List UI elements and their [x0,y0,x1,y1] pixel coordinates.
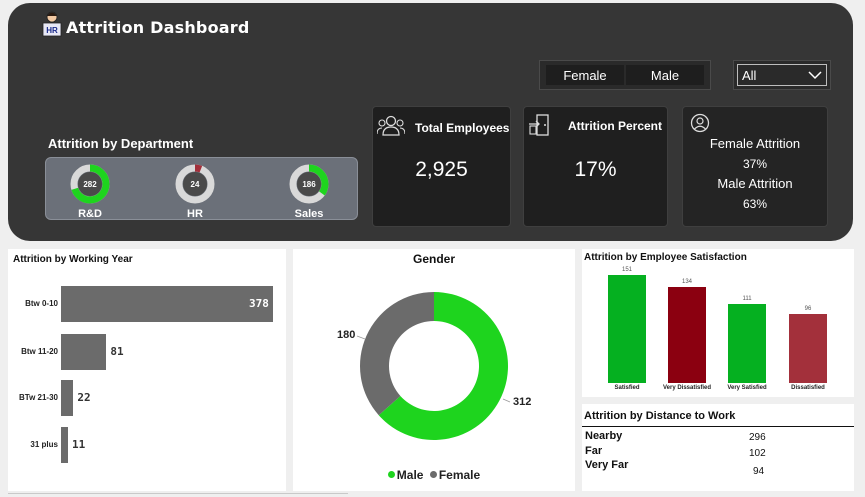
satisfaction-value: 96 [804,306,812,313]
working-year-value: 22 [77,391,91,404]
satisfaction-bar[interactable] [668,287,706,383]
hr-label: HR [187,208,203,220]
distance-label: Far [585,445,603,457]
distance-value: 94 [753,466,765,477]
chevron-down-icon [808,71,822,80]
logo-text: HR [46,26,58,35]
distance-value: 102 [749,448,766,459]
working-year-bar[interactable] [61,286,273,322]
department-hr: 24 HR [165,160,225,220]
hr-value: 24 [191,180,200,189]
user-circle-icon [690,113,710,133]
dropdown-box[interactable]: All [737,64,827,86]
kpi-gender-attrition: Female Attrition 37% Male Attrition 63% [682,106,828,227]
distance-card: Attrition by Distance to Work Nearby 296 F… [582,404,854,491]
satisfaction-value: 134 [681,279,692,286]
page-tabs-strip [8,493,348,497]
sales-label: Sales [294,208,324,220]
department-title: Attrition by Department [48,136,194,151]
working-year-value: 378 [249,297,269,310]
distance-title: Attrition by Distance to Work [584,410,736,422]
kpi-attrition-percent-label: Attrition Percent [568,119,663,133]
male-attrition-value: 63% [742,197,768,211]
satisfaction-value: 151 [621,267,632,273]
working-year-bar[interactable] [61,427,68,463]
department-sales: 186 Sales [279,160,339,220]
kpi-total-employees-value: 2,925 [415,158,468,181]
distance-divider [582,426,854,427]
sales-donut: 186 [289,164,329,204]
gender-male-leader [502,398,511,403]
working-year-category: Btw 11-20 [21,347,58,356]
gender-slice-female[interactable] [360,292,434,416]
kpi-attrition-percent: Attrition Percent 17% [523,106,668,227]
satisfaction-category: Dissatisfied [791,385,825,391]
legend-male-label: Male [396,468,424,482]
working-year-title: Attrition by Working Year [13,254,133,265]
hr-donut: 24 [175,164,215,204]
rnd-value: 282 [83,180,97,189]
distance-value: 296 [749,432,766,443]
department-panel: 282 R&D 24 HR 186 Sales [45,157,358,220]
gender-attrition-lines: Female Attrition 37% Male Attrition 63% [683,134,827,214]
gender-donut-chart [356,292,511,440]
gender-female-value: 180 [337,329,356,341]
dropdown-value: All [742,67,757,83]
satisfaction-bar[interactable] [789,314,827,383]
people-icon [377,115,405,136]
hr-logo-icon: HR [42,11,62,37]
filter-dropdown[interactable]: All [733,60,831,90]
rnd-label: R&D [78,208,102,220]
slicer-option-male[interactable]: Male [626,65,704,85]
gender-slicer: Female Male [539,60,711,90]
gender-legend: Male Female [293,468,575,482]
distance-label: Very Far [585,459,629,471]
legend-female-label: Female [438,468,481,482]
satisfaction-card: Attrition by Employee Satisfaction 151 Sa… [582,249,854,397]
kpi-total-employees-label: Total Employees [415,121,510,135]
sales-value: 186 [302,180,316,189]
header-panel: HR Attrition Dashboard Female Male All A… [8,3,853,241]
female-attrition-value: 37% [742,157,768,171]
working-year-category: BTw 21-30 [19,393,58,402]
working-year-category: Btw 0-10 [25,299,58,308]
working-year-bar[interactable] [61,334,107,370]
working-year-value: 11 [72,438,86,451]
male-attrition-label: Male Attrition [717,176,793,191]
slicer-option-female[interactable]: Female [546,65,624,85]
distance-label: Nearby [585,430,623,442]
satisfaction-value: 111 [742,295,752,302]
working-year-value: 81 [110,345,124,358]
working-year-category: 31 plus [30,440,58,449]
gender-male-value: 312 [513,396,532,408]
satisfaction-category: Very Satisfied [727,385,767,391]
dashboard-page: HR Attrition Dashboard Female Male All A… [0,0,865,497]
satisfaction-bar[interactable] [608,275,646,383]
kpi-attrition-percent-value: 17% [574,158,617,181]
gender-card: Gender 180 312 Male Female [293,249,575,491]
door-exit-icon [529,114,549,136]
working-year-card: Attrition by Working Year Btw 0-10 378 Btw… [8,249,286,491]
female-attrition-label: Female Attrition [709,136,801,151]
kpi-total-employees: Total Employees 2,925 [372,106,511,227]
department-rnd: 282 R&D [60,160,120,220]
legend-female-swatch [429,471,437,478]
satisfaction-bar[interactable] [728,303,766,383]
working-year-bar[interactable] [61,380,74,416]
legend-male-swatch [387,471,395,478]
rnd-donut: 282 [70,164,110,204]
page-title: Attrition Dashboard [66,18,250,37]
satisfaction-title: Attrition by Employee Satisfaction [584,252,747,263]
gender-female-leader [356,335,366,340]
